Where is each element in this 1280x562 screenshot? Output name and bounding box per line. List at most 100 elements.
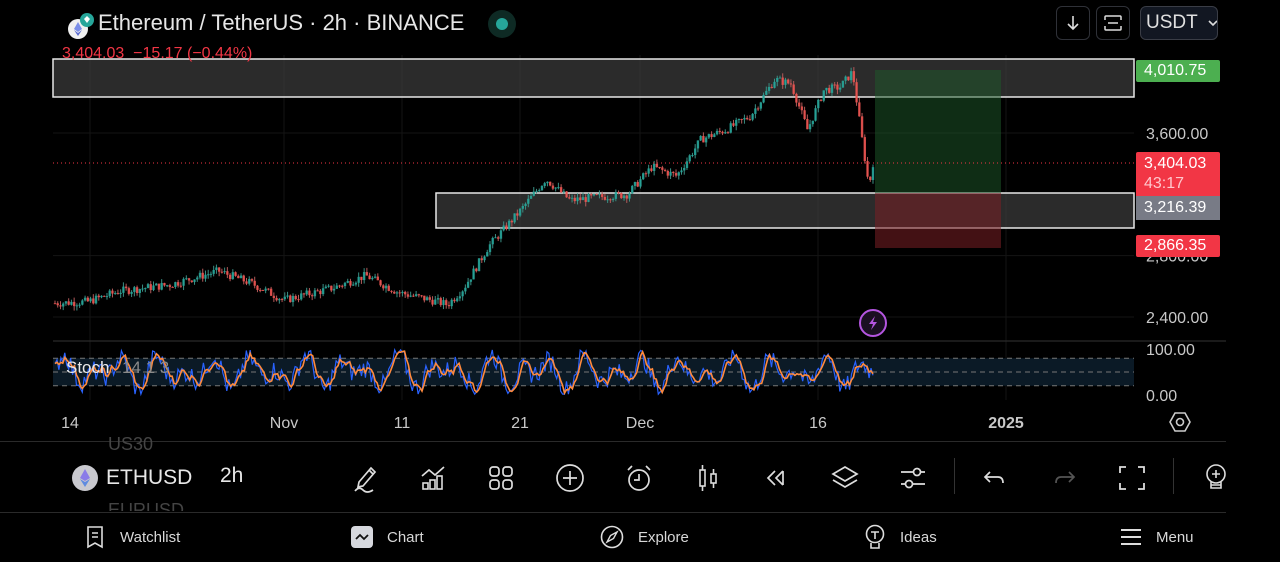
settings-hex-icon[interactable]	[1169, 412, 1191, 432]
candle	[70, 299, 73, 306]
candle-body	[406, 294, 410, 297]
nav-menu[interactable]: Menu	[1120, 522, 1194, 552]
candle	[198, 270, 202, 280]
candle-body	[379, 280, 382, 286]
sliders-icon	[901, 467, 925, 489]
nav-chart[interactable]: Chart	[351, 522, 424, 552]
publish-idea-button[interactable]	[1192, 458, 1232, 498]
candle-body	[786, 79, 790, 84]
candle	[423, 295, 426, 303]
stoch-indicator-name[interactable]: Stoch	[66, 358, 109, 378]
chart-icon	[351, 526, 373, 548]
candle-body	[423, 295, 426, 301]
candle-body	[450, 299, 453, 307]
symbol-picker-prev[interactable]: US30	[108, 434, 153, 455]
chart-canvas[interactable]: 3,600.002,800.002,400.00100.000.00 14 Nov…	[0, 0, 1280, 440]
symbol-picker-current[interactable]: ETHUSD	[106, 466, 192, 490]
candle	[808, 119, 812, 133]
candle	[138, 288, 142, 298]
nav-watchlist[interactable]: Watchlist	[84, 522, 180, 552]
candle	[289, 294, 292, 303]
candle	[165, 284, 169, 288]
ethusd-symbol-icon	[71, 464, 99, 492]
candle-body	[803, 110, 806, 120]
candle	[122, 282, 125, 297]
candle	[258, 288, 262, 293]
lightning-icon[interactable]	[859, 309, 887, 337]
undo-button[interactable]	[975, 458, 1015, 498]
layouts-button[interactable]	[481, 458, 521, 498]
candle-body	[357, 276, 360, 283]
candle-body	[53, 303, 57, 305]
candle	[860, 112, 864, 139]
candle-body	[762, 94, 765, 103]
candle-body	[237, 275, 240, 279]
candle-body	[324, 286, 328, 289]
candle-body	[412, 295, 415, 297]
add-button[interactable]	[550, 458, 590, 498]
drawing-tools-button[interactable]	[345, 458, 385, 498]
candle	[841, 80, 845, 88]
indicators-button[interactable]	[413, 458, 453, 498]
long-position-tool[interactable]	[875, 70, 1001, 248]
chart-settings-button[interactable]	[893, 458, 933, 498]
candle-body	[524, 203, 527, 206]
candle-body	[226, 271, 229, 275]
candle-body	[171, 286, 174, 288]
candle-body	[756, 108, 760, 110]
candle-body	[819, 99, 823, 101]
candle	[62, 302, 65, 311]
nav-explore[interactable]: Explore	[600, 522, 689, 552]
candle-body	[652, 163, 656, 171]
candle-body	[518, 208, 522, 216]
candle	[540, 185, 544, 191]
replay-button[interactable]	[756, 458, 796, 498]
symbol-title[interactable]: Ethereum / TetherUS · 2h · BINANCE	[98, 10, 464, 36]
candle-body	[300, 293, 303, 300]
download-button[interactable]	[1056, 6, 1090, 40]
candle-body	[286, 295, 289, 297]
candle	[756, 106, 760, 112]
interval-button[interactable]: 2h	[220, 464, 243, 488]
candle	[226, 267, 229, 279]
candle	[702, 132, 705, 143]
candle-body	[696, 140, 700, 149]
candle	[743, 114, 746, 124]
candle	[223, 267, 226, 275]
candle-body	[428, 297, 432, 300]
candle-body	[179, 285, 183, 287]
candle-body	[778, 77, 782, 79]
market-status-indicator[interactable]	[488, 10, 516, 38]
candle	[185, 275, 188, 281]
candle-body	[138, 289, 142, 294]
candle-body	[620, 192, 623, 199]
candle	[146, 282, 150, 289]
candle-body	[289, 295, 292, 303]
alert-button[interactable]	[619, 458, 659, 498]
candle-body	[740, 118, 743, 120]
fullscreen-button[interactable]	[1112, 458, 1152, 498]
fullscreen-toggle-button[interactable]	[1096, 6, 1130, 40]
candle-body	[393, 291, 396, 294]
candle	[376, 273, 380, 281]
candle-body	[611, 198, 615, 201]
chart-type-button[interactable]	[688, 458, 728, 498]
candle-body	[220, 271, 224, 273]
candle-body	[100, 295, 103, 298]
symbol-picker-next[interactable]: EURUSD	[108, 500, 184, 511]
candle-body	[841, 80, 845, 88]
candle-body	[81, 300, 84, 305]
candle-body	[776, 77, 779, 82]
currency-dropdown[interactable]: USDT	[1140, 6, 1218, 40]
candle-body	[625, 195, 628, 199]
candle-body	[346, 281, 349, 283]
redo-button[interactable]	[1044, 458, 1084, 498]
candle-body	[442, 300, 445, 306]
time-axis[interactable]: 14 Nov 11 21 Dec 16 2025	[61, 415, 1024, 432]
object-tree-button[interactable]	[825, 458, 865, 498]
nav-ideas[interactable]: Ideas	[864, 522, 937, 552]
candle	[414, 291, 418, 297]
candle	[349, 278, 352, 288]
candle-body	[792, 84, 795, 94]
candle-body	[157, 283, 161, 290]
